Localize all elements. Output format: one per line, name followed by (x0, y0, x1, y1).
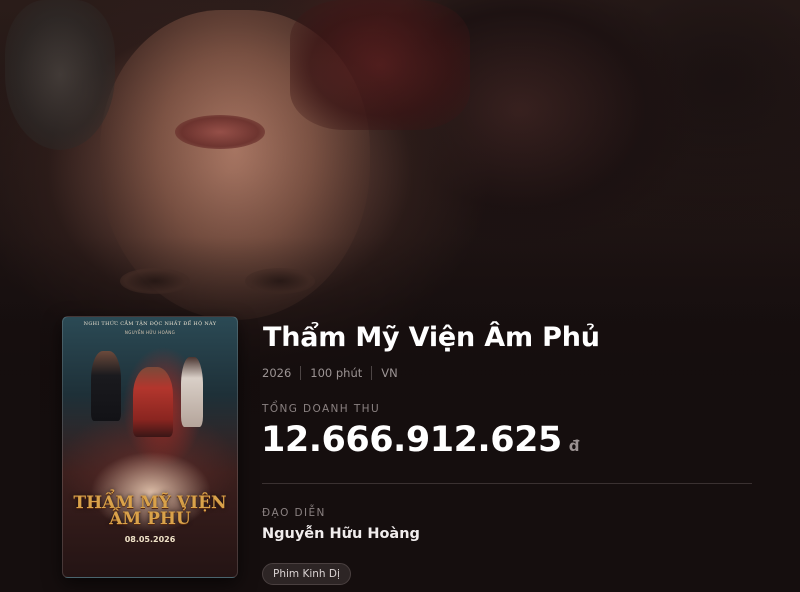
revenue-currency: đ (568, 437, 580, 455)
movie-duration: 100 phút (310, 366, 363, 380)
movie-poster[interactable]: NGHI THỨC CẮM TẬN ĐỘC NHẤT ĐỂ HỘ NÀY NGU… (62, 316, 238, 578)
poster-tagline: NGHI THỨC CẮM TẬN ĐỘC NHẤT ĐỂ HỘ NÀY (83, 321, 217, 327)
poster-release-date: 08.05.2026 (124, 535, 176, 544)
movie-detail-hero: NGHI THỨC CẮM TẬN ĐỘC NHẤT ĐỂ HỘ NÀY NGU… (0, 0, 800, 592)
movie-country: VN (381, 366, 398, 380)
revenue-amount: 12.666.912.625 đ (261, 420, 580, 460)
director-name[interactable]: Nguyễn Hữu Hoàng (262, 526, 420, 542)
poster-title-line2: ÂM PHỦ (109, 509, 191, 529)
poster-figure-right (181, 357, 203, 427)
revenue-value: 12.666.912.625 (261, 420, 562, 460)
poster-figure-center (133, 367, 173, 437)
section-divider (262, 483, 752, 484)
movie-title: Thẩm Mỹ Viện Âm Phủ (263, 322, 600, 353)
genre-tag[interactable]: Phim Kinh Dị (262, 563, 351, 585)
movie-year: 2026 (262, 366, 292, 380)
revenue-label: TỔNG DOANH THU (262, 403, 381, 415)
director-label: ĐẠO DIỄN (262, 507, 326, 519)
movie-meta: 2026 100 phút VN (262, 366, 407, 380)
poster-title: THẨM MỸ VIỆN ÂM PHỦ (63, 495, 237, 529)
poster-figure-left (91, 351, 121, 421)
poster-director-credit: NGUYỄN HỮU HOÀNG (124, 330, 176, 335)
